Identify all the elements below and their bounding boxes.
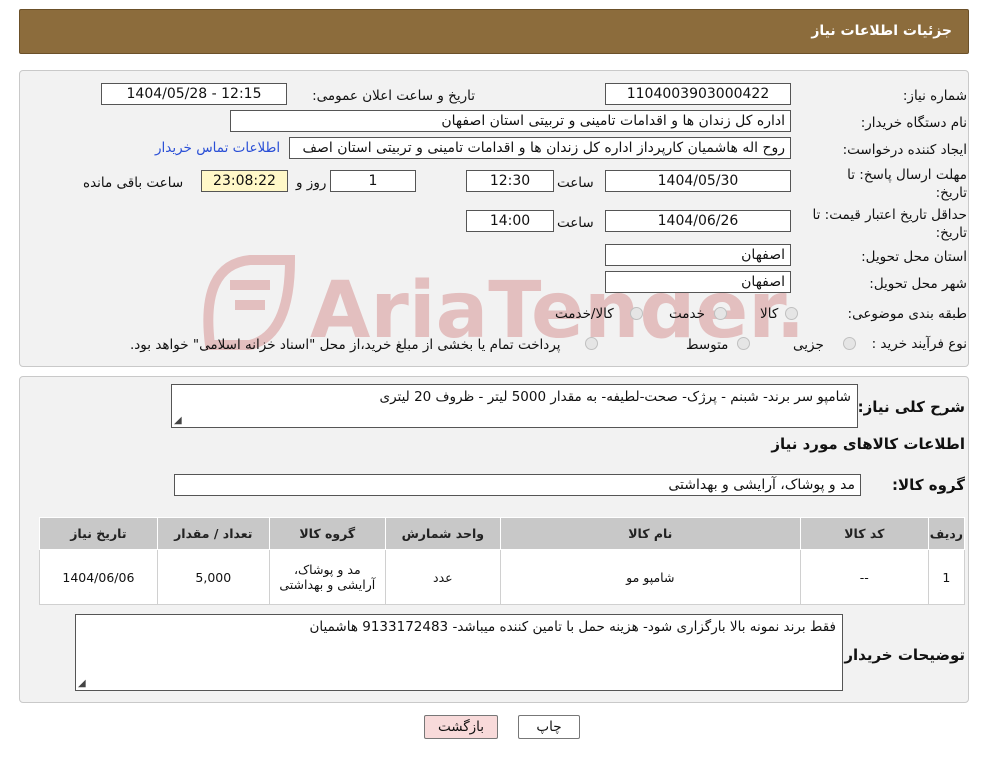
- process-minor-radio[interactable]: [843, 337, 856, 350]
- table-row: 1 -- شامپو مو عدد مد و پوشاک، آرایشی و ب…: [39, 549, 966, 605]
- process-label: نوع فرآیند خرید :: [871, 336, 967, 352]
- category-goods-radio[interactable]: [785, 307, 798, 320]
- deadline-time-field: 12:30: [466, 170, 554, 192]
- deadline-time-label: ساعت: [557, 175, 594, 191]
- validity-label: حداقل تاریخ اعتبار قیمت: تا تاریخ:: [812, 207, 967, 241]
- category-label: طبقه بندی موضوعی:: [847, 306, 967, 322]
- category-goods-service-radio[interactable]: [630, 307, 643, 320]
- resize-grip-icon[interactable]: ◢: [174, 415, 182, 426]
- page-header: جزئیات اطلاعات نیاز: [19, 9, 969, 54]
- col-row: ردیف: [927, 517, 966, 550]
- col-quantity: تعداد / مقدار: [156, 517, 270, 550]
- city-field: اصفهان: [605, 271, 791, 293]
- cell-row: 1: [927, 549, 966, 605]
- category-service-radio[interactable]: [714, 307, 727, 320]
- buyer-notes-label: توضیحات خریدار:: [838, 646, 965, 664]
- cell-code: --: [799, 549, 929, 605]
- validity-time-field: 14:00: [466, 210, 554, 232]
- col-group: گروه کالا: [268, 517, 386, 550]
- resize-grip-icon[interactable]: ◢: [78, 678, 86, 689]
- buyer-notes-text: فقط برند نمونه بالا بارگزاری شود- هزینه …: [309, 619, 837, 635]
- back-button[interactable]: بازگشت: [424, 715, 498, 739]
- days-label: روز و: [296, 175, 327, 191]
- days-field: 1: [330, 170, 416, 192]
- buyer-org-label: نام دستگاه خریدار:: [860, 115, 967, 131]
- need-number-label: شماره نیاز:: [902, 88, 967, 104]
- need-description-label: شرح کلی نیاز:: [857, 398, 965, 416]
- creator-field: روح اله هاشمیان کارپرداز اداره کل زندان …: [289, 137, 791, 159]
- col-code: کد کالا: [799, 517, 929, 550]
- deadline-date-field: 1404/05/30: [605, 170, 791, 192]
- province-label: استان محل تحویل:: [861, 249, 967, 265]
- cell-quantity: 5,000: [156, 549, 270, 605]
- cell-name: شامپو مو: [499, 549, 801, 605]
- need-description-text: شامپو سر برند- شبنم - پرژک- صحت-لطیفه- ب…: [379, 389, 852, 405]
- col-date: تاریخ نیاز: [39, 517, 158, 550]
- page-title: جزئیات اطلاعات نیاز: [811, 23, 952, 39]
- buyer-notes-textarea[interactable]: فقط برند نمونه بالا بارگزاری شود- هزینه …: [75, 614, 843, 691]
- buyer-org-field: اداره کل زندان ها و اقدامات تامینی و ترب…: [230, 110, 791, 132]
- process-minor-label: جزیی: [793, 337, 824, 353]
- goods-info-title: اطلاعات کالاهای مورد نیاز: [771, 435, 965, 453]
- validity-time-label: ساعت: [557, 215, 594, 231]
- goods-table: ردیف کد کالا نام کالا واحد شمارش گروه کا…: [39, 517, 966, 605]
- cell-unit: عدد: [384, 549, 501, 605]
- remaining-time-field: 23:08:22: [201, 170, 288, 192]
- announce-label: تاریخ و ساعت اعلان عمومی:: [312, 88, 475, 104]
- print-button[interactable]: چاپ: [518, 715, 580, 739]
- category-goods-service-label: کالا/خدمت: [555, 306, 614, 322]
- col-name: نام کالا: [499, 517, 801, 550]
- need-description-textarea[interactable]: شامپو سر برند- شبنم - پرژک- صحت-لطیفه- ب…: [171, 384, 858, 428]
- creator-label: ایجاد کننده درخواست:: [842, 142, 967, 158]
- remaining-label: ساعت باقی مانده: [83, 175, 184, 191]
- category-goods-label: کالا: [760, 306, 779, 322]
- cell-group: مد و پوشاک، آرایشی و بهداشتی: [268, 549, 386, 605]
- process-medium-label: متوسط: [686, 337, 729, 353]
- validity-date-field: 1404/06/26: [605, 210, 791, 232]
- need-number-field: 1104003903000422: [605, 83, 791, 105]
- buyer-contact-link[interactable]: اطلاعات تماس خریدار: [155, 140, 280, 156]
- goods-table-header: ردیف کد کالا نام کالا واحد شمارش گروه کا…: [39, 517, 966, 550]
- goods-group-label: گروه کالا:: [892, 476, 965, 494]
- treasury-checkbox[interactable]: [585, 337, 598, 350]
- cell-date: 1404/06/06: [39, 549, 158, 605]
- treasury-note: پرداخت تمام یا بخشی از مبلغ خرید،از محل …: [130, 337, 561, 353]
- goods-group-field: مد و پوشاک، آرایشی و بهداشتی: [174, 474, 861, 496]
- col-unit: واحد شمارش: [384, 517, 501, 550]
- process-medium-radio[interactable]: [737, 337, 750, 350]
- announce-datetime-field: 1404/05/28 - 12:15: [101, 83, 287, 105]
- city-label: شهر محل تحویل:: [869, 276, 967, 292]
- province-field: اصفهان: [605, 244, 791, 266]
- category-service-label: خدمت: [669, 306, 705, 322]
- deadline-label: مهلت ارسال پاسخ: تا تاریخ:: [847, 167, 967, 201]
